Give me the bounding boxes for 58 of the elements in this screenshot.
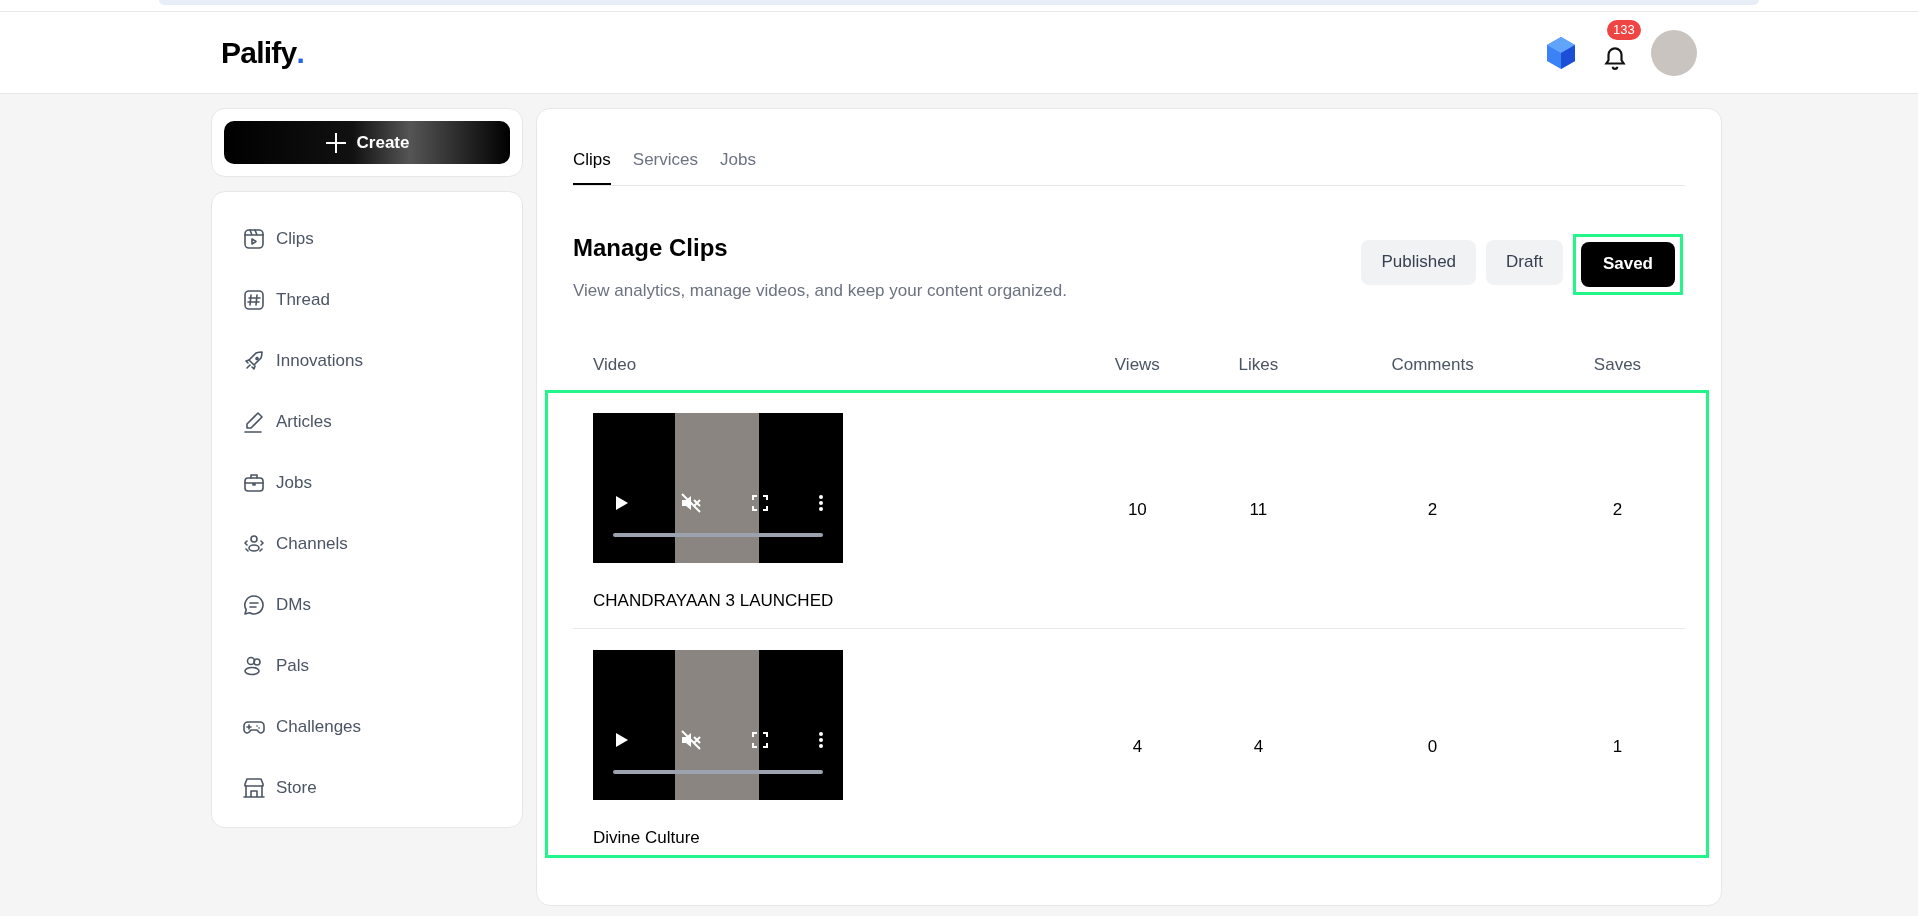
pencil-icon: [242, 410, 266, 434]
sidebar-item[interactable]: Pals: [242, 649, 522, 683]
hashtag-icon: [242, 288, 266, 312]
sidebar-item[interactable]: Innovations: [242, 344, 522, 378]
table-cell: 4: [1073, 628, 1202, 865]
clips-icon: [242, 227, 266, 251]
column-header: Views: [1113, 354, 1161, 376]
video-title: CHANDRAYAAN 3 LAUNCHED: [593, 589, 835, 612]
briefcase-icon: [242, 471, 266, 495]
section-subtitle: View analytics, manage videos, and keep your content organized.: [573, 279, 1067, 302]
play-icon[interactable]: [615, 494, 629, 511]
tab[interactable]: Services: [632, 147, 698, 185]
notification-badge: 133: [1607, 19, 1641, 40]
video-title: Divine Culture: [593, 826, 701, 849]
table-cell: 2: [1549, 391, 1685, 628]
column-header: Saves: [1592, 354, 1643, 376]
progress-track[interactable]: [613, 769, 823, 774]
plus-icon: [324, 131, 347, 154]
table-cell: 1: [1549, 628, 1685, 865]
sidebar-item[interactable]: Clips: [242, 222, 522, 256]
muted-speaker-icon[interactable]: [679, 729, 702, 750]
sidebar-item[interactable]: Jobs: [242, 466, 522, 500]
column-header: Video: [592, 354, 638, 376]
cube-icon[interactable]: [1545, 35, 1577, 70]
more-icon[interactable]: [818, 731, 823, 748]
logo[interactable]: Palify: [221, 30, 297, 75]
sidebar-item[interactable]: Articles: [242, 405, 522, 439]
filter-button[interactable]: Saved: [1580, 241, 1675, 287]
video-player[interactable]: [593, 649, 843, 800]
play-icon[interactable]: [615, 731, 629, 748]
table-cell: 11: [1201, 391, 1316, 628]
table-cell: 2: [1315, 391, 1550, 628]
fullscreen-icon[interactable]: [752, 731, 769, 748]
video-player[interactable]: [593, 412, 843, 563]
table-cell: 10: [1073, 391, 1202, 628]
progress-track[interactable]: [613, 532, 823, 537]
sidebar-item[interactable]: Store: [242, 771, 522, 805]
store-icon: [242, 776, 266, 800]
column-header: Likes: [1237, 354, 1280, 376]
table-cell: 4: [1201, 628, 1316, 865]
tab[interactable]: Jobs: [720, 147, 756, 185]
sidebar-item[interactable]: DMs: [242, 588, 522, 622]
create-button[interactable]: Create: [224, 121, 510, 164]
chat-bubble-icon: [242, 593, 266, 617]
filter-button[interactable]: Draft: [1486, 239, 1563, 285]
table-cell: 0: [1315, 628, 1550, 865]
rocket-icon: [242, 349, 266, 373]
column-header: Comments: [1390, 354, 1475, 376]
muted-speaker-icon[interactable]: [679, 492, 702, 513]
filter-button[interactable]: Published: [1361, 239, 1477, 285]
logo-dot: .: [296, 35, 305, 71]
fullscreen-icon[interactable]: [752, 494, 769, 511]
more-icon[interactable]: [818, 494, 823, 511]
sidebar-item[interactable]: Thread: [242, 283, 522, 317]
tab[interactable]: Clips: [573, 147, 611, 185]
sidebar-item[interactable]: Channels: [242, 527, 522, 561]
section-title: Manage Clips: [573, 232, 729, 263]
sidebar-item[interactable]: Challenges: [242, 710, 522, 744]
